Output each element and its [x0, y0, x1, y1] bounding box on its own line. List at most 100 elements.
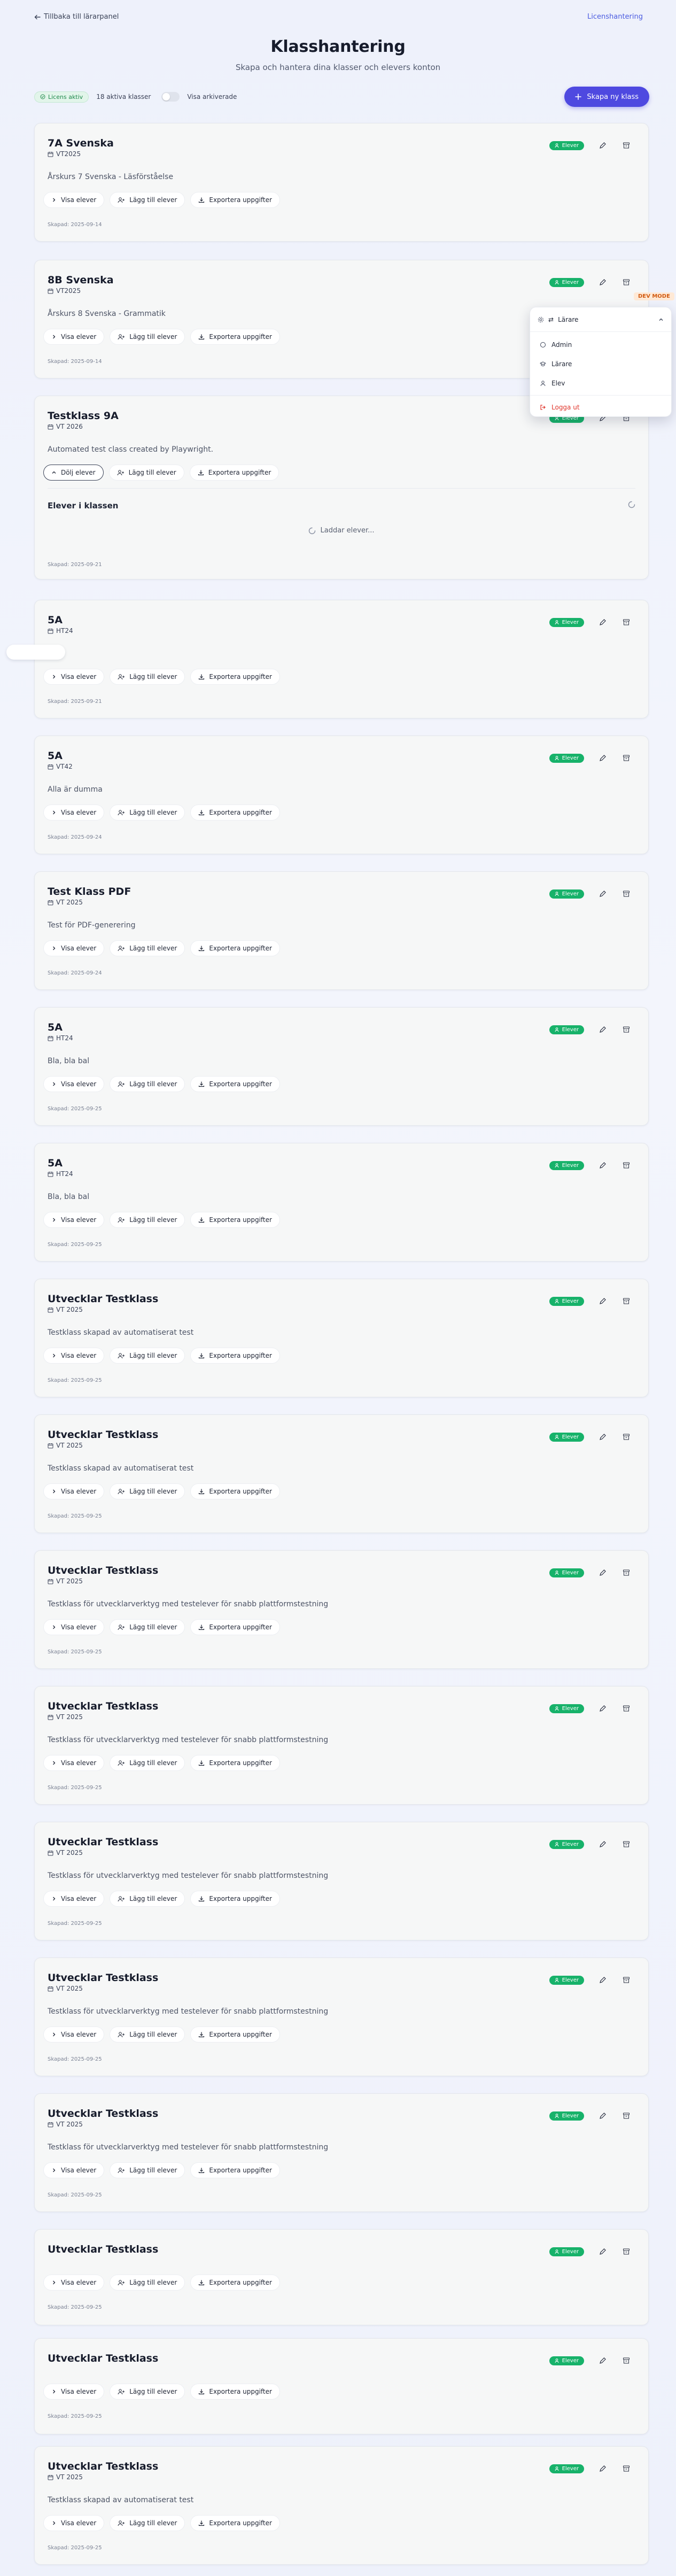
show-students-button[interactable]: Visa elever — [43, 669, 105, 685]
students-badge[interactable]: Elever — [549, 277, 584, 287]
students-badge[interactable]: Elever — [549, 617, 584, 627]
export-button[interactable]: Exportera uppgifter — [190, 1348, 280, 1364]
show-students-button[interactable]: Visa elever — [43, 192, 105, 208]
edit-icon[interactable] — [598, 1568, 608, 1577]
license-management-link[interactable]: Licenshantering — [587, 13, 643, 21]
floating-pill[interactable] — [6, 645, 65, 660]
archive-icon[interactable] — [621, 617, 631, 627]
add-students-button[interactable]: Lägg till elever — [110, 2275, 185, 2291]
edit-icon[interactable] — [598, 1432, 608, 1442]
show-students-button[interactable]: Visa elever — [43, 2384, 105, 2400]
edit-icon[interactable] — [598, 277, 608, 287]
add-students-button[interactable]: Lägg till elever — [110, 329, 185, 345]
archive-icon[interactable] — [621, 2464, 631, 2473]
export-button[interactable]: Exportera uppgifter — [189, 465, 279, 481]
show-students-button[interactable]: Visa elever — [43, 1755, 105, 1771]
students-badge[interactable]: Elever — [549, 2356, 584, 2365]
edit-icon[interactable] — [598, 1975, 608, 1985]
add-students-button[interactable]: Lägg till elever — [110, 804, 185, 821]
edit-icon[interactable] — [598, 2247, 608, 2256]
show-students-button[interactable]: Visa elever — [43, 2515, 105, 2531]
edit-icon[interactable] — [598, 1839, 608, 1849]
students-badge[interactable]: Elever — [549, 141, 584, 150]
add-students-button[interactable]: Lägg till elever — [108, 465, 184, 481]
export-button[interactable]: Exportera uppgifter — [190, 1483, 280, 1499]
export-button[interactable]: Exportera uppgifter — [190, 2384, 280, 2400]
edit-icon[interactable] — [598, 2464, 608, 2473]
archive-icon[interactable] — [621, 2247, 631, 2256]
archive-icon[interactable] — [621, 141, 631, 150]
archive-icon[interactable] — [621, 753, 631, 763]
edit-icon[interactable] — [598, 1161, 608, 1170]
export-button[interactable]: Exportera uppgifter — [190, 669, 280, 685]
archive-icon[interactable] — [621, 1296, 631, 1306]
show-students-button[interactable]: Visa elever — [43, 804, 105, 821]
edit-icon[interactable] — [598, 1704, 608, 1713]
archive-icon[interactable] — [621, 1025, 631, 1034]
archive-icon[interactable] — [621, 1161, 631, 1170]
add-students-button[interactable]: Lägg till elever — [110, 1483, 185, 1499]
students-badge[interactable]: Elever — [549, 1704, 584, 1713]
export-button[interactable]: Exportera uppgifter — [190, 1212, 280, 1228]
add-students-button[interactable]: Lägg till elever — [110, 2026, 185, 2043]
students-badge[interactable]: Elever — [549, 1161, 584, 1170]
export-button[interactable]: Exportera uppgifter — [190, 329, 280, 345]
export-button[interactable]: Exportera uppgifter — [190, 2026, 280, 2043]
export-button[interactable]: Exportera uppgifter — [190, 1891, 280, 1907]
students-badge[interactable]: Elever — [549, 1432, 584, 1442]
archive-icon[interactable] — [621, 1704, 631, 1713]
show-students-button[interactable]: Visa elever — [43, 1619, 105, 1635]
students-badge[interactable]: Elever — [549, 753, 584, 763]
export-button[interactable]: Exportera uppgifter — [190, 2162, 280, 2178]
show-students-button[interactable]: Visa elever — [43, 1212, 105, 1228]
students-badge[interactable]: Elever — [549, 1025, 584, 1034]
role-option-student[interactable]: Elev — [530, 374, 671, 393]
create-class-button[interactable]: Skapa ny klass — [564, 87, 649, 107]
show-archived-toggle[interactable] — [161, 92, 180, 102]
students-badge[interactable]: Elever — [549, 1975, 584, 1985]
show-students-button[interactable]: Visa elever — [43, 2162, 105, 2178]
students-badge[interactable]: Elever — [549, 2111, 584, 2121]
add-students-button[interactable]: Lägg till elever — [110, 1891, 185, 1907]
edit-icon[interactable] — [598, 1296, 608, 1306]
students-badge[interactable]: Elever — [549, 1568, 584, 1577]
show-students-button[interactable]: Visa elever — [43, 1076, 105, 1092]
add-students-button[interactable]: Lägg till elever — [110, 1755, 185, 1771]
add-students-button[interactable]: Lägg till elever — [110, 2384, 185, 2400]
add-students-button[interactable]: Lägg till elever — [110, 1348, 185, 1364]
archive-icon[interactable] — [621, 277, 631, 287]
add-students-button[interactable]: Lägg till elever — [110, 2515, 185, 2531]
students-badge[interactable]: Elever — [549, 889, 584, 899]
add-students-button[interactable]: Lägg till elever — [110, 1212, 185, 1228]
export-button[interactable]: Exportera uppgifter — [190, 804, 280, 821]
edit-icon[interactable] — [598, 2356, 608, 2365]
edit-icon[interactable] — [598, 2111, 608, 2121]
students-badge[interactable]: Elever — [549, 2247, 584, 2256]
edit-icon[interactable] — [598, 889, 608, 899]
edit-icon[interactable] — [598, 141, 608, 150]
archive-icon[interactable] — [621, 1432, 631, 1442]
archive-icon[interactable] — [621, 1975, 631, 1985]
show-students-button[interactable]: Visa elever — [43, 2026, 105, 2043]
add-students-button[interactable]: Lägg till elever — [110, 2162, 185, 2178]
archive-icon[interactable] — [621, 1568, 631, 1577]
show-students-button[interactable]: Visa elever — [43, 1483, 105, 1499]
refresh-icon[interactable] — [628, 501, 635, 508]
back-link[interactable]: Tillbaka till lärarpanel — [34, 13, 119, 21]
edit-icon[interactable] — [598, 617, 608, 627]
edit-icon[interactable] — [598, 753, 608, 763]
export-button[interactable]: Exportera uppgifter — [190, 1076, 280, 1092]
role-option-admin[interactable]: Admin — [530, 335, 671, 354]
add-students-button[interactable]: Lägg till elever — [110, 192, 185, 208]
add-students-button[interactable]: Lägg till elever — [110, 940, 185, 956]
show-students-button[interactable]: Visa elever — [43, 2275, 105, 2291]
role-switcher-toggle[interactable]: ⇄ Lärare — [530, 307, 671, 332]
show-students-button[interactable]: Visa elever — [43, 1348, 105, 1364]
hide-students-button[interactable]: Dölj elever — [43, 465, 104, 481]
show-students-button[interactable]: Visa elever — [43, 1891, 105, 1907]
edit-icon[interactable] — [598, 1025, 608, 1034]
export-button[interactable]: Exportera uppgifter — [190, 940, 280, 956]
export-button[interactable]: Exportera uppgifter — [190, 192, 280, 208]
export-button[interactable]: Exportera uppgifter — [190, 2275, 280, 2291]
archive-icon[interactable] — [621, 1839, 631, 1849]
